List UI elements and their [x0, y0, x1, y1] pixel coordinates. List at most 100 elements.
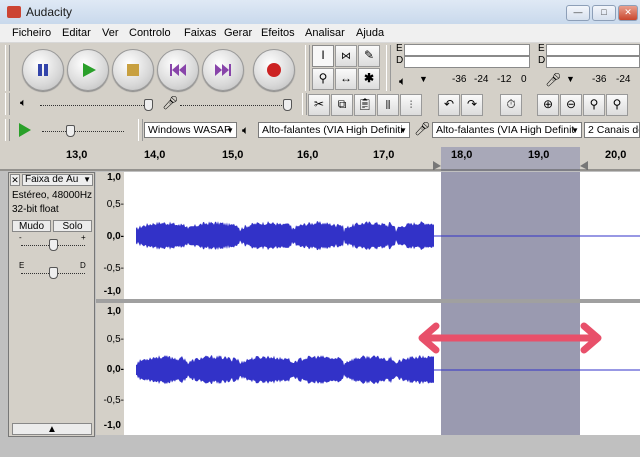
pencil-icon: ✎ [363, 48, 375, 62]
pause-button[interactable] [22, 49, 64, 91]
timeline-ruler[interactable]: 13,0 14,0 15,0 16,0 17,0 18,0 19,0 20,0 [0, 147, 640, 172]
rec-meter-menu-arrow-icon[interactable]: ▼ [566, 74, 575, 84]
menu-gerar[interactable]: Gerar [224, 27, 252, 39]
menu-faixas[interactable]: Faixas [184, 27, 216, 39]
undo-button[interactable]: ↶ [438, 94, 460, 116]
input-microphone-icon: 🎤︎ [162, 95, 179, 110]
output-volume-knob[interactable] [144, 99, 153, 111]
play-meter-right [404, 56, 530, 68]
envelope-tool-button[interactable]: ⋈ [335, 45, 357, 67]
fit-selection-icon: ⚲ [589, 97, 599, 111]
magnifier-icon: ⚲ [318, 71, 328, 85]
toolbar-area: I ⋈ ✎ ⚲ ↔ ✱ E D 🔈︎ ▼ -36 -24 -12 0 E D 🎤… [0, 43, 640, 147]
trim-button[interactable]: ⫼ [377, 94, 399, 116]
audio-host-select[interactable]: Windows WASAP ▼ [144, 122, 237, 138]
play-meter-menu-arrow-icon[interactable]: ▼ [419, 74, 428, 84]
zoom-in-button[interactable]: ⊕ [537, 94, 559, 116]
zoom-tool-button[interactable]: ⚲ [312, 68, 334, 90]
zoom-in-icon: ⊕ [542, 97, 554, 111]
menu-analisar[interactable]: Analisar [305, 27, 345, 39]
zoom-out-button[interactable]: ⊖ [560, 94, 582, 116]
input-device-select[interactable]: Alto-falantes (VIA High Definit ▼ [432, 122, 582, 138]
audacity-logo-icon [7, 6, 21, 18]
output-device-select[interactable]: Alto-falantes (VIA High Definiti ▼ [258, 122, 410, 138]
meter-scale-tick: 0 [521, 74, 527, 85]
multi-tool-button[interactable]: ✱ [358, 68, 380, 90]
skip-start-icon [170, 64, 186, 76]
draw-tool-button[interactable]: ✎ [358, 45, 380, 67]
close-button[interactable]: ✕ [618, 5, 638, 21]
sync-lock-button[interactable]: ⏱︎ [500, 94, 522, 116]
ruler-tick-label: 17,0 [373, 149, 395, 161]
toolbar-grip[interactable] [5, 119, 10, 141]
track-bitdepth-info: 32-bit float [12, 204, 59, 215]
menu-ficheiro[interactable]: Ficheiro [12, 27, 51, 39]
toolbar-grip[interactable] [386, 45, 391, 91]
toolbar-grip[interactable] [138, 119, 143, 141]
copy-icon: ⧉ [337, 97, 347, 111]
output-volume-icon: 🔈︎ [20, 97, 27, 109]
skip-to-end-button[interactable] [202, 49, 244, 91]
mute-button[interactable]: Mudo [12, 220, 51, 232]
double-headed-arrow-annotation [418, 322, 602, 354]
output-volume-slider[interactable] [40, 105, 150, 107]
gain-knob[interactable] [49, 239, 58, 251]
dropdown-arrow-icon: ▼ [399, 126, 407, 135]
stop-button[interactable] [112, 49, 154, 91]
vscale-label: 0,5- [106, 199, 124, 210]
menu-efeitos[interactable]: Efeitos [261, 27, 295, 39]
playback-speed-knob[interactable] [66, 125, 75, 137]
menu-ver[interactable]: Ver [102, 27, 119, 39]
input-volume-knob[interactable] [283, 99, 292, 111]
double-arrow-icon: ↔ [340, 71, 352, 85]
output-speaker-icon: 🔈︎ [242, 123, 250, 137]
ruler-tick-label: 19,0 [528, 149, 550, 161]
play-button[interactable] [67, 49, 109, 91]
input-volume-slider[interactable] [180, 105, 290, 107]
vscale-label: 1,0 [107, 172, 121, 183]
window-title: Audacity [26, 5, 73, 19]
pan-knob[interactable] [49, 267, 58, 279]
menu-bar: Ficheiro Editar Ver Controlo Faixas Gera… [0, 24, 640, 43]
collapse-track-button[interactable]: ▲ [12, 423, 92, 435]
playback-speed-slider[interactable] [42, 131, 124, 133]
selection-tool-button[interactable]: I [312, 45, 334, 67]
ruler-tick-label: 13,0 [66, 149, 88, 161]
rec-meter-right [546, 56, 640, 68]
track-format-info: Estéreo, 48000Hz [12, 190, 93, 201]
fit-project-button[interactable]: ⚲ [606, 94, 628, 116]
track-close-button[interactable]: ✕ [10, 174, 20, 186]
menu-editar[interactable]: Editar [62, 27, 91, 39]
ruler-tick-label: 18,0 [451, 149, 473, 161]
maximize-button[interactable]: □ [592, 5, 616, 21]
speaker-icon[interactable]: 🔈︎ [399, 74, 406, 89]
redo-icon: ↷ [466, 97, 478, 111]
microphone-icon[interactable]: 🎤︎ [545, 72, 562, 88]
menu-controlo[interactable]: Controlo [129, 27, 171, 39]
track-name-menu[interactable]: Faixa de Áu ▼ [22, 174, 93, 186]
vscale-label: -0,5- [103, 263, 124, 274]
copy-button[interactable]: ⧉ [331, 94, 353, 116]
skip-to-start-button[interactable] [157, 49, 199, 91]
paste-icon: 📋︎ [357, 97, 373, 111]
envelope-icon: ⋈ [341, 51, 351, 62]
cut-button[interactable]: ✂ [308, 94, 330, 116]
solo-button[interactable]: Solo [53, 220, 92, 232]
toolbar-grip[interactable] [5, 93, 10, 115]
input-channels-select[interactable]: 2 Canais de G [584, 122, 640, 138]
toolbar-grip[interactable] [305, 45, 310, 91]
toolbar-grip[interactable] [302, 93, 307, 115]
input-channels-value: 2 Canais de G [588, 124, 639, 136]
paste-button[interactable]: 📋︎ [354, 94, 376, 116]
silence-button[interactable]: ⫶ [400, 94, 422, 116]
toolbar-grip[interactable] [5, 45, 10, 91]
play-meter-right-label: D [396, 55, 404, 66]
play-at-speed-icon[interactable] [18, 122, 32, 138]
menu-ajuda[interactable]: Ajuda [356, 27, 384, 39]
timeshift-tool-button[interactable]: ↔ [335, 68, 357, 90]
redo-button[interactable]: ↷ [461, 94, 483, 116]
gain-minus-label: - [19, 233, 22, 242]
record-button[interactable] [253, 49, 295, 91]
minimize-button[interactable]: — [566, 5, 590, 21]
fit-selection-button[interactable]: ⚲ [583, 94, 605, 116]
